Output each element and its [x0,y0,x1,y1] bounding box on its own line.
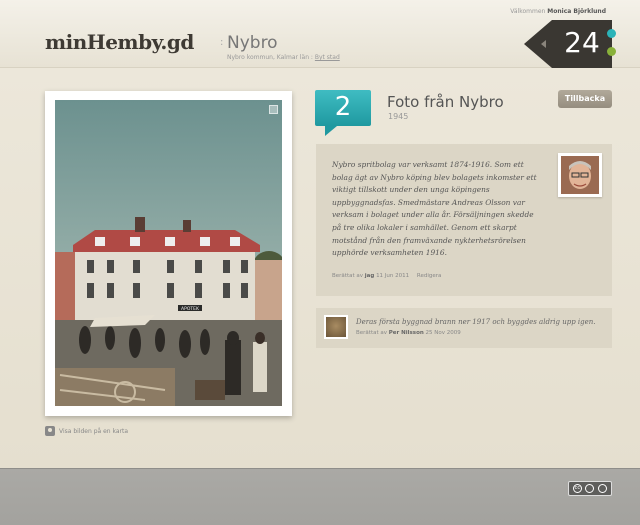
comment-meta-prefix: Berättat av [356,330,388,336]
story-meta: Berättat av jag 11 Jun 2011 Redigera [332,273,441,279]
meta-author[interactable]: jag [365,273,375,279]
teal-dot-icon[interactable] [607,29,616,38]
by-icon [585,484,595,493]
story-number-badge: 2 [315,90,371,138]
avatar-image [561,156,599,194]
comment-meta: Berättat av Per Nilsson 25 Nov 2009 [356,330,461,336]
story-counter[interactable]: 24 [524,20,616,68]
edit-link[interactable]: Redigera [417,273,441,279]
apotek-sign: APOTEK [181,306,200,312]
comment-author[interactable]: Per Nilsson [389,330,424,336]
meta-date: 11 Jun 2011 [376,273,410,279]
welcome-prefix: Välkommen [510,8,546,15]
footer: cc [0,468,640,525]
comment-box: Deras första byggnad brann ner 1917 och … [316,308,612,348]
comment-text: Deras första byggnad brann ner 1917 och … [356,318,596,326]
header: Välkommen Monica Björklund minHemby.gd :… [0,0,640,68]
story-title: Foto från Nybro [387,93,504,111]
meta-prefix: Berättat av [332,273,364,279]
commenter-avatar-image [326,317,346,337]
expand-icon[interactable] [269,105,278,114]
welcome-text: Välkommen Monica Björklund [510,8,606,15]
site-logo[interactable]: minHemby.gd [45,30,194,54]
show-on-map-link[interactable]: Visa bilden på en karta [45,426,128,436]
green-dot-icon[interactable] [607,47,616,56]
badge-number: 2 [334,92,352,122]
town-name: Nybro [227,33,278,53]
change-town-link[interactable]: Byt stad [315,54,340,61]
story-year: 1945 [388,112,409,121]
avatar-illustration [561,156,599,194]
badge-tail [325,126,337,136]
author-avatar[interactable] [558,153,602,197]
photo-frame: APOTEK [45,91,292,416]
town-location: Nybro kommun, Kalmar län : Byt stad [227,54,340,61]
photo-illustration: APOTEK [55,100,282,406]
story-box: Nybro spritbolag var verksamt 1874-1916.… [316,144,612,296]
town-region: Nybro kommun, Kalmar län : [227,54,313,61]
map-pin-icon [45,426,55,436]
user-name[interactable]: Monica Björklund [547,8,606,15]
commenter-avatar[interactable] [324,315,348,339]
historical-photo[interactable]: APOTEK [55,100,282,406]
back-button[interactable]: Tillbacka [558,90,612,108]
cc-icon: cc [572,484,582,493]
nc-icon [598,484,608,493]
comment-date: 25 Nov 2009 [425,330,461,336]
story-text: Nybro spritbolag var verksamt 1874-1916.… [332,160,537,258]
logo-separator: : [220,37,224,48]
map-link-label: Visa bilden på en karta [59,427,129,435]
counter-number: 24 [564,26,600,59]
creative-commons-license-badge[interactable]: cc [568,481,612,496]
